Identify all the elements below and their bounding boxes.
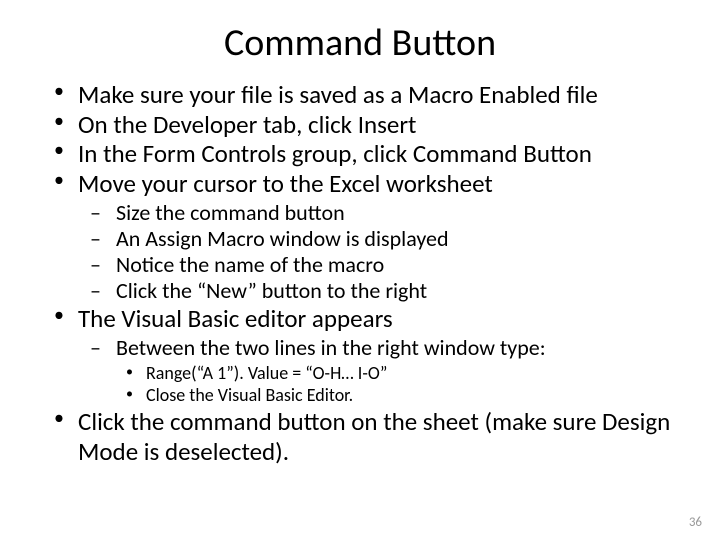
sub-bullet-item: Size the command button [78,200,680,226]
bullet-text: The Visual Basic editor appears [78,303,393,334]
sub-sub-bullet-list: Range(“A 1”). Value = “O-H… I-O” Close t… [116,363,680,407]
sub-bullet-text: Between the two lines in the right windo… [116,334,546,361]
bullet-item: On the Developer tab, click Insert [40,110,680,140]
bullet-text: Move your cursor to the Excel worksheet [78,168,493,199]
sub-bullet-list: Size the command button An Assign Macro … [78,200,680,304]
bullet-item: In the Form Controls group, click Comman… [40,139,680,169]
sub-bullet-list: Between the two lines in the right windo… [78,335,680,407]
sub-bullet-item: Between the two lines in the right windo… [78,335,680,407]
page-number: 36 [689,515,702,530]
bullet-item: Make sure your file is saved as a Macro … [40,80,680,110]
bullet-list: Make sure your file is saved as a Macro … [40,80,680,466]
sub-sub-bullet-item: Close the Visual Basic Editor. [116,385,680,407]
sub-bullet-item: Notice the name of the macro [78,252,680,278]
sub-bullet-item: An Assign Macro window is displayed [78,226,680,252]
sub-sub-bullet-item: Range(“A 1”). Value = “O-H… I-O” [116,363,680,385]
slide-title: Command Button [40,20,680,66]
bullet-item: The Visual Basic editor appears Between … [40,304,680,407]
sub-bullet-item: Click the “New” button to the right [78,278,680,304]
bullet-item: Click the command button on the sheet (m… [40,407,680,466]
bullet-item: Move your cursor to the Excel worksheet … [40,169,680,304]
